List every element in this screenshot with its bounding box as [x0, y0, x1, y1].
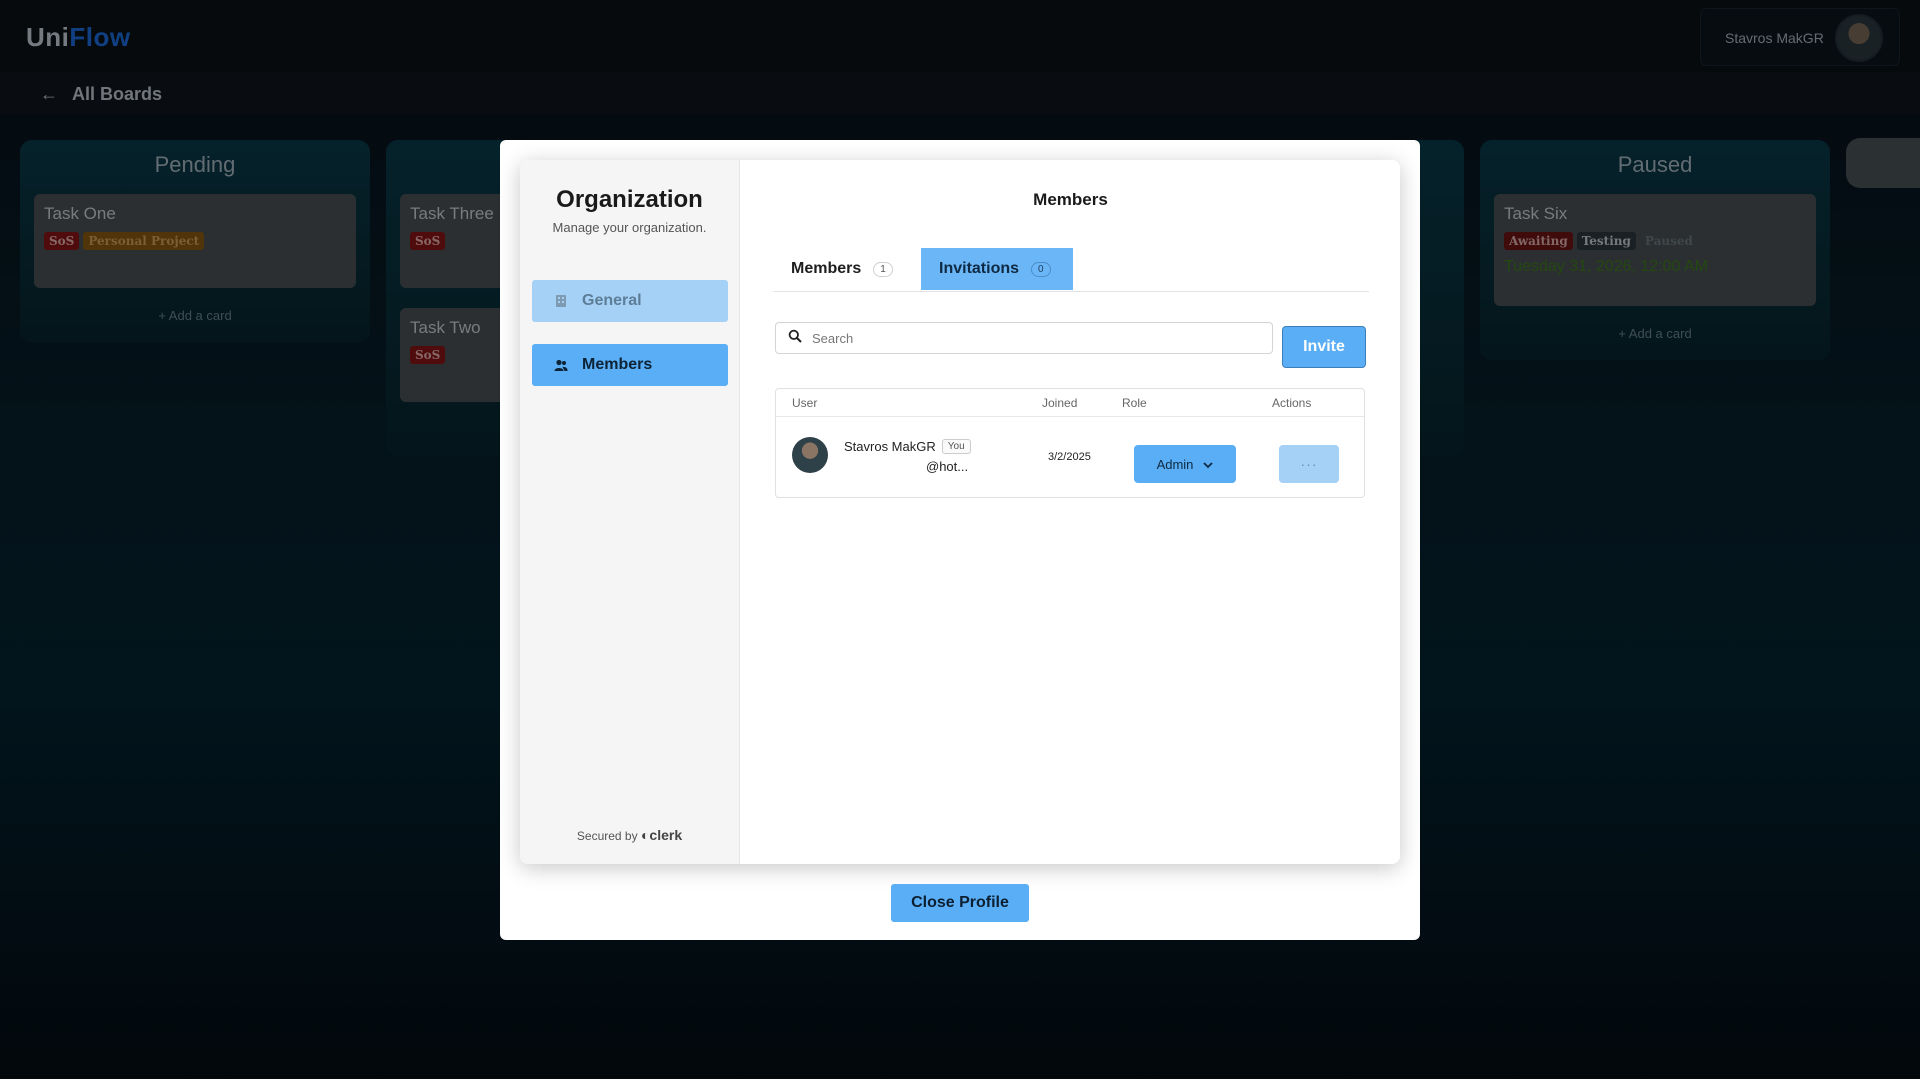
invite-button[interactable]: Invite — [1282, 326, 1366, 368]
members-table: User Joined Role Actions Stavros MakGR Y… — [775, 388, 1365, 498]
member-name-line: Stavros MakGR You — [844, 439, 971, 454]
you-badge: You — [941, 439, 971, 454]
tab-label: Members — [791, 260, 862, 277]
nav-members-label: Members — [582, 356, 653, 373]
secured-by-label: Secured by — [576, 829, 638, 843]
org-sidebar: Organization Manage your organization. G… — [520, 160, 740, 864]
search-icon — [788, 329, 802, 348]
member-avatar — [792, 437, 828, 473]
role-value: Admin — [1156, 456, 1194, 472]
nav-general[interactable]: General — [532, 280, 728, 322]
organization-modal: Organization Manage your organization. G… — [500, 140, 1420, 940]
secured-by-clerk[interactable]: Secured by ◐clerk — [520, 827, 739, 843]
tab-invitations[interactable]: Invitations 0 — [921, 248, 1073, 290]
column-header-user: User — [792, 396, 818, 410]
table-row: Stavros MakGR You @hot... 3/2/2025 Admin… — [776, 417, 1364, 497]
member-email: @hot... — [926, 459, 969, 474]
column-header-actions: Actions — [1272, 396, 1312, 410]
users-icon — [554, 358, 568, 372]
role-select[interactable]: Admin — [1134, 445, 1236, 483]
tab-members[interactable]: Members 1 — [773, 248, 913, 290]
search-input[interactable] — [812, 330, 1232, 346]
page-title: Members — [1033, 190, 1108, 209]
clerk-logo: ◐clerk — [640, 827, 683, 843]
building-icon — [554, 294, 568, 308]
tab-count: 0 — [1031, 261, 1051, 277]
more-icon: ··· — [1300, 456, 1318, 472]
member-name: Stavros MakGR — [844, 439, 936, 454]
org-subtitle: Manage your organization. — [552, 220, 707, 235]
column-header-role: Role — [1122, 396, 1147, 410]
members-tabs: Members 1 Invitations 0 — [773, 248, 1369, 292]
search-box — [775, 322, 1273, 354]
member-joined-date: 3/2/2025 — [1048, 451, 1091, 463]
column-header-joined: Joined — [1042, 396, 1078, 410]
nav-general-label: General — [582, 292, 642, 309]
nav-members[interactable]: Members — [532, 344, 728, 386]
organization-profile-panel: Organization Manage your organization. G… — [520, 160, 1400, 864]
members-content: Members Members 1 Invitations 0 Invite — [741, 160, 1400, 864]
chevron-down-icon — [1203, 457, 1214, 472]
org-title: Organization — [556, 186, 703, 213]
clerk-wordmark: clerk — [649, 827, 683, 843]
row-actions-button[interactable]: ··· — [1279, 445, 1339, 483]
tab-label: Invitations — [939, 260, 1020, 277]
tab-count: 1 — [873, 261, 893, 277]
close-profile-button[interactable]: Close Profile — [891, 884, 1029, 922]
table-header: User Joined Role Actions — [776, 389, 1364, 417]
